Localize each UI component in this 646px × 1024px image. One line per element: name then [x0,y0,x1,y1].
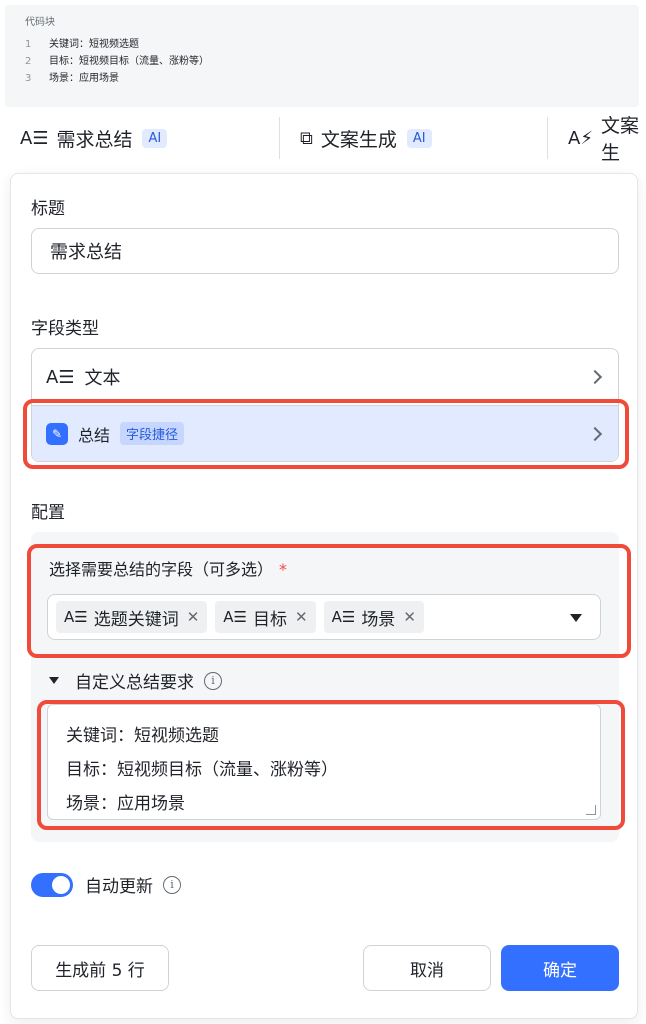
code-line: 3 场景：应用场景 [25,70,619,87]
field-type-label: 字段类型 [31,319,99,339]
custom-requirements-toggle[interactable]: 自定义总结要求 i [49,668,222,693]
tab-summary[interactable]: A☰ 需求总结 AI [0,117,280,159]
text-field-icon: A☰ [20,127,49,149]
copy-icon: ⧉ [300,127,313,149]
confirm-button[interactable]: 确定 [501,945,619,991]
code-text: 关键词：短视频选题 [49,39,139,50]
config-label: 配置 [31,503,65,523]
info-icon[interactable]: i [204,671,222,690]
highlight-outline [27,544,631,658]
field-type-value: 文本 [84,368,121,389]
auto-update-label: 自动更新 [85,877,153,897]
highlight-outline [23,399,629,469]
caret-down-icon [49,677,59,684]
line-number: 1 [25,39,32,50]
tab-label: 需求总结 [56,128,133,151]
code-line: 2 目标：短视频目标（流量、涨粉等） [25,53,619,70]
auto-update-row: 自动更新 i [31,872,181,897]
cancel-button[interactable]: 取消 [363,945,491,991]
code-line: 1 关键词：短视频选题 [25,36,619,53]
auto-update-switch[interactable] [31,872,73,897]
line-number: 3 [25,73,32,84]
text-field-icon: A☰ [46,366,75,388]
title-input[interactable]: 需求总结 [31,228,619,274]
ai-badge: AI [142,128,168,148]
title-input-value: 需求总结 [50,242,122,263]
tab-copy-truncated[interactable]: A⚡ 文案生 [548,115,646,164]
custom-requirements-label: 自定义总结要求 [75,673,194,693]
code-text: 目标：短视频目标（流量、涨粉等） [49,56,209,67]
field-config-panel: 标题 需求总结 字段类型 A☰ 文本 ✎ 总结 字段捷径 配置 选择需要总结的字… [10,173,638,1019]
field-type-text-option[interactable]: A☰ 文本 [32,349,618,405]
code-block-title: 代码块 [25,17,55,28]
highlight-outline [37,700,625,830]
tab-copy-generation[interactable]: ⧉ 文案生成 AI [280,117,548,159]
title-label: 标题 [31,199,65,219]
chevron-right-icon [587,369,603,385]
info-icon[interactable]: i [163,875,181,894]
switch-knob [52,875,70,894]
tab-label: 文案生 [600,115,639,164]
code-block: 代码块 1 关键词：短视频选题 2 目标：短视频目标（流量、涨粉等） 3 场景：… [5,5,639,107]
code-text: 场景：应用场景 [49,73,119,84]
tab-label: 文案生成 [320,128,397,151]
ai-badge: AI [406,128,432,148]
ai-text-icon: A⚡ [568,127,593,149]
generate-preview-button[interactable]: 生成前 5 行 [31,945,169,991]
column-tabs: A☰ 需求总结 AI ⧉ 文案生成 AI A⚡ 文案生 [0,115,646,164]
line-number: 2 [25,56,32,67]
